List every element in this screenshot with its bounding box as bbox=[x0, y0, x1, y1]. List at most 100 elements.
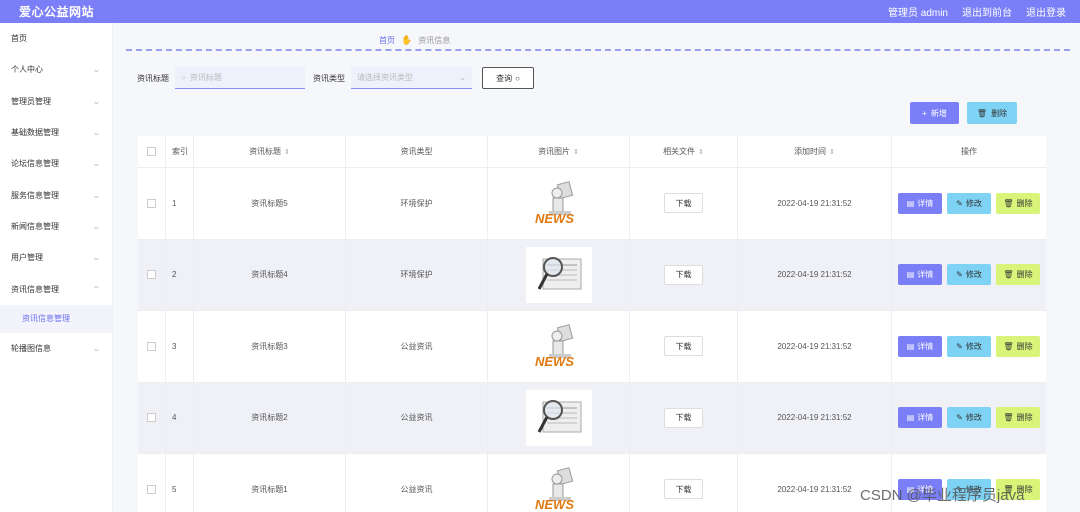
detail-label: 详情 bbox=[917, 198, 934, 208]
svg-text:NEWS: NEWS bbox=[535, 211, 574, 226]
row-checkbox-cell bbox=[138, 168, 166, 239]
sidebar-item-label: 轮播图信息 bbox=[11, 343, 51, 353]
row-type: 公益资讯 bbox=[346, 454, 488, 512]
header-file[interactable]: 相关文件 ⇕ bbox=[630, 136, 738, 167]
download-button[interactable]: 下载 bbox=[664, 193, 703, 214]
header-title[interactable]: 资讯标题 ⇕ bbox=[194, 136, 346, 167]
sort-icon: ⇕ bbox=[829, 148, 835, 156]
detail-button[interactable]: ▤ 详情 bbox=[898, 264, 942, 286]
row-checkbox-cell bbox=[138, 454, 166, 512]
sidebar-subitem-info-manage[interactable]: 资讯信息管理 bbox=[0, 304, 112, 333]
detail-button[interactable]: ▤ 详情 bbox=[898, 407, 942, 429]
sidebar-item-label: 服务信息管理 bbox=[11, 190, 59, 200]
row-checkbox[interactable] bbox=[147, 341, 156, 351]
edit-button[interactable]: ✎ 修改 bbox=[947, 192, 991, 214]
row-checkbox[interactable] bbox=[147, 484, 156, 494]
chevron-down-icon: ⌄ bbox=[91, 96, 102, 106]
detail-label: 详情 bbox=[917, 341, 934, 351]
sidebar-item-users[interactable]: 用户管理 ⌄ bbox=[0, 242, 112, 273]
select-all-checkbox[interactable] bbox=[147, 147, 156, 156]
detail-button[interactable]: ▤ 详情 bbox=[898, 335, 942, 357]
row-checkbox-cell bbox=[138, 311, 166, 382]
trash-icon: 🗑 bbox=[1003, 198, 1014, 208]
detail-button[interactable]: ▤ 详情 bbox=[898, 192, 942, 214]
title-search-input[interactable]: ○ 资讯标题 bbox=[175, 67, 305, 89]
chevron-down-icon: ⌄ bbox=[91, 190, 102, 200]
header-time[interactable]: 添加时间 ⇕ bbox=[738, 136, 892, 167]
edit-button[interactable]: ✎ 修改 bbox=[947, 407, 991, 429]
breadcrumb-home[interactable]: 首页 bbox=[379, 35, 395, 46]
header-checkbox-cell bbox=[138, 136, 166, 167]
search-bar: 资讯标题 ○ 资讯标题 资讯类型 请选择资讯类型 ⌄ 查询 ○ bbox=[137, 67, 534, 89]
sidebar-item-carousel[interactable]: 轮播图信息 ⌄ bbox=[0, 333, 112, 364]
header-index-label: 索引 bbox=[172, 147, 188, 156]
row-checkbox[interactable] bbox=[147, 198, 156, 208]
site-title: 爱心公益网站 bbox=[19, 5, 95, 19]
hand-icon: ✋ bbox=[401, 35, 413, 45]
edit-button[interactable]: ✎ 修改 bbox=[947, 335, 991, 357]
row-title: 资讯标题1 bbox=[194, 454, 346, 512]
pencil-icon: ✎ bbox=[956, 270, 963, 280]
sidebar: 首页 个人中心 ⌄ 管理员管理 ⌄ 基础数据管理 ⌄ 论坛信息管理 ⌄ 服务信息管理 ⌄ … bbox=[0, 23, 113, 512]
search-icon: ○ bbox=[181, 73, 186, 82]
batch-delete-button[interactable]: 🗑 删除 bbox=[967, 102, 1017, 124]
sidebar-item-basic-data[interactable]: 基础数据管理 ⌄ bbox=[0, 117, 112, 148]
main-content: 首页 ✋ 资讯信息 资讯标题 ○ 资讯标题 资讯类型 请选择资讯类型 ⌄ 查询 … bbox=[113, 23, 1080, 512]
sidebar-item-service[interactable]: 服务信息管理 ⌄ bbox=[0, 179, 112, 210]
row-file-cell: 下载 bbox=[630, 168, 738, 239]
row-time: 2022-04-19 21:31:52 bbox=[738, 168, 892, 239]
edit-label: 修改 bbox=[965, 413, 982, 423]
row-title: 资讯标题4 bbox=[194, 239, 346, 310]
row-index: 5 bbox=[166, 454, 194, 512]
row-index: 4 bbox=[166, 382, 194, 453]
row-title: 资讯标题3 bbox=[194, 311, 346, 382]
download-button[interactable]: 下载 bbox=[664, 264, 703, 285]
row-type: 公益资讯 bbox=[346, 311, 488, 382]
exit-front-link[interactable]: 退出到前台 bbox=[962, 4, 1012, 19]
news-thumbnail: NEWS bbox=[525, 175, 592, 232]
table-row: 3 资讯标题3 公益资讯 NEWS 下载 2022-04-19 21:31:52… bbox=[138, 311, 1046, 383]
chevron-down-icon: ⌄ bbox=[91, 253, 102, 263]
download-button[interactable]: 下载 bbox=[664, 336, 703, 357]
row-checkbox[interactable] bbox=[147, 413, 156, 423]
sidebar-item-info[interactable]: 资讯信息管理 ⌃ bbox=[0, 273, 112, 304]
delete-button[interactable]: 🗑 删除 bbox=[996, 264, 1040, 286]
sidebar-item-home[interactable]: 首页 bbox=[0, 23, 112, 54]
row-ops: ▤ 详情 ✎ 修改 🗑 删除 bbox=[892, 383, 1046, 454]
row-type: 环境保护 bbox=[346, 239, 488, 310]
row-file-cell: 下载 bbox=[630, 239, 738, 310]
header-title-label: 资讯标题 bbox=[249, 147, 282, 156]
edit-label: 修改 bbox=[965, 341, 982, 351]
add-button[interactable]: + 新增 bbox=[910, 102, 959, 124]
sidebar-item-label: 用户管理 bbox=[11, 253, 43, 263]
sidebar-item-label: 资讯信息管理 bbox=[22, 314, 70, 324]
row-checkbox[interactable] bbox=[147, 270, 156, 280]
delete-button[interactable]: 🗑 删除 bbox=[996, 335, 1040, 357]
type-select-placeholder: 请选择资讯类型 bbox=[357, 73, 413, 82]
sidebar-item-news[interactable]: 新闻信息管理 ⌄ bbox=[0, 211, 112, 242]
sidebar-item-admin[interactable]: 管理员管理 ⌄ bbox=[0, 86, 112, 117]
svg-text:NEWS: NEWS bbox=[535, 354, 574, 369]
sidebar-item-profile[interactable]: 个人中心 ⌄ bbox=[0, 54, 112, 85]
search-icon: ○ bbox=[515, 73, 520, 83]
edit-button[interactable]: ✎ 修改 bbox=[947, 264, 991, 286]
row-index: 1 bbox=[166, 168, 194, 239]
type-select[interactable]: 请选择资讯类型 ⌄ bbox=[351, 67, 472, 89]
sidebar-item-label: 管理员管理 bbox=[11, 96, 51, 106]
header-op-label: 操作 bbox=[961, 147, 977, 156]
download-button[interactable]: 下载 bbox=[664, 479, 703, 500]
sidebar-item-forum[interactable]: 论坛信息管理 ⌄ bbox=[0, 148, 112, 179]
row-index: 2 bbox=[166, 239, 194, 310]
row-checkbox-cell bbox=[138, 382, 166, 453]
row-ops: ▤ 详情 ✎ 修改 🗑 删除 bbox=[892, 240, 1046, 311]
delete-button[interactable]: 🗑 删除 bbox=[996, 407, 1040, 429]
download-button[interactable]: 下载 bbox=[664, 407, 703, 428]
sort-icon: ⇕ bbox=[284, 148, 290, 156]
logout-link[interactable]: 退出登录 bbox=[1026, 4, 1066, 19]
header-pic[interactable]: 资讯图片 ⇕ bbox=[488, 136, 630, 167]
header-index: 索引 bbox=[166, 136, 194, 167]
chevron-down-icon: ⌄ bbox=[459, 73, 466, 82]
delete-button[interactable]: 🗑 删除 bbox=[996, 192, 1040, 214]
row-pic-cell bbox=[488, 239, 630, 310]
query-button[interactable]: 查询 ○ bbox=[482, 67, 534, 89]
